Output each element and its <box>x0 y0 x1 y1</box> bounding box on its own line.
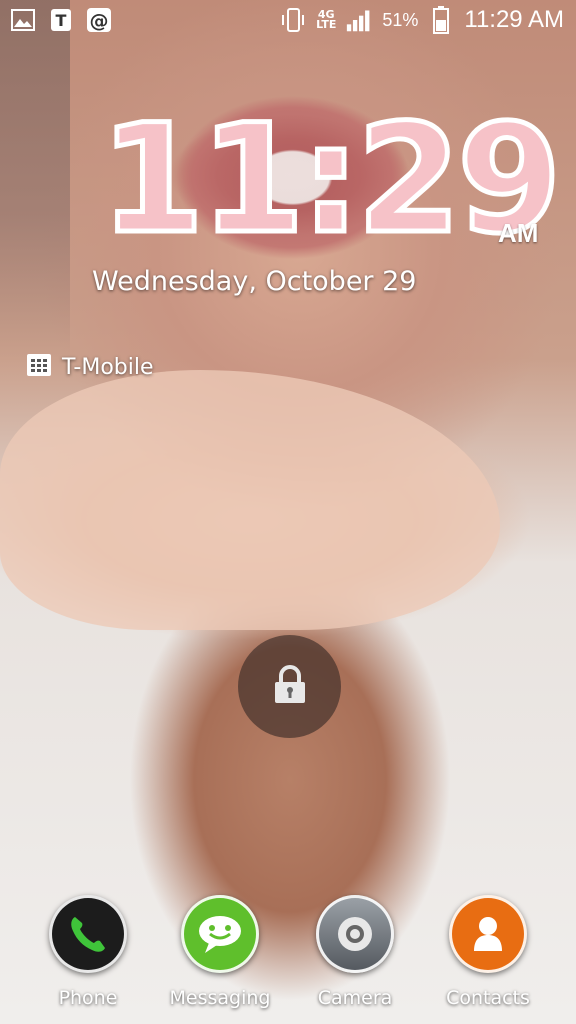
carrier-label: T-Mobile <box>62 354 154 380</box>
battery-percent: 51% <box>382 9 419 30</box>
dock-app-contacts[interactable]: Contacts <box>428 895 548 1009</box>
status-time: 11:29 AM <box>464 6 564 33</box>
lockscreen-clock: 11:29 <box>97 93 563 267</box>
tmobile-icon: T <box>48 7 74 33</box>
dock-app-label: Messaging <box>169 987 271 1009</box>
lock-icon <box>272 664 308 709</box>
dock-app-messaging[interactable]: Messaging <box>160 895 280 1009</box>
gallery-icon <box>10 7 36 33</box>
lockscreen-ampm: AM <box>498 218 539 248</box>
lockscreen-date: Wednesday, October 29 <box>92 266 417 297</box>
sim-card-icon <box>26 353 52 381</box>
svg-text:T: T <box>56 11 67 30</box>
status-bar: T @ 4G LTE 51% 11:29 AM <box>0 0 576 40</box>
dock-app-label: Contacts <box>446 987 530 1009</box>
phone-icon <box>49 895 127 973</box>
network-sub-label: LTE <box>316 18 337 31</box>
signal-icon <box>346 7 372 33</box>
network-type: 4G LTE <box>316 9 337 31</box>
contacts-icon <box>449 895 527 973</box>
dock-app-phone[interactable]: Phone <box>28 895 148 1009</box>
email-icon: @ <box>86 7 112 33</box>
dock-app-camera[interactable]: Camera <box>295 895 415 1009</box>
wallpaper-shade <box>0 0 70 360</box>
camera-icon <box>316 895 394 973</box>
vibrate-icon <box>280 7 306 33</box>
system-icons: 4G LTE 51% 11:29 AM <box>280 6 576 34</box>
svg-text:@: @ <box>90 10 109 32</box>
dock-app-label: Camera <box>317 987 393 1009</box>
battery-icon <box>428 6 454 34</box>
app-dock: Phone Messaging Camera Contacts <box>0 895 576 1015</box>
unlock-button[interactable] <box>238 635 341 738</box>
dock-app-label: Phone <box>58 987 118 1009</box>
messaging-icon <box>181 895 259 973</box>
notification-icons: T @ <box>0 7 112 33</box>
wallpaper-hand <box>0 370 500 630</box>
carrier-info: T-Mobile <box>26 353 154 381</box>
